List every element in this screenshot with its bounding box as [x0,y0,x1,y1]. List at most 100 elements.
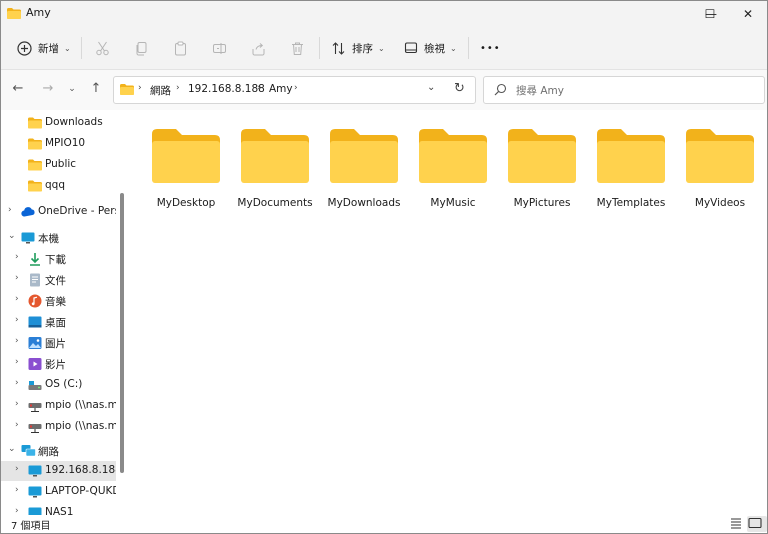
music-icon [28,294,42,308]
nav-label: 影片 [45,359,66,371]
nav-label: qqq [45,179,65,191]
rename-button[interactable] [212,27,227,69]
chevron-right-icon[interactable]: › [8,205,12,215]
scrollbar-thumb[interactable] [120,193,124,473]
folder-item[interactable]: MyDocuments [232,123,318,219]
nav-item-public[interactable]: Public [1,155,116,175]
chevron-right-icon[interactable]: › [15,273,19,283]
nav-item-documents[interactable]: › 文件 [1,270,116,290]
folder-name: MyMusic [430,197,476,209]
plus-circle-icon [17,40,32,56]
navigation-pane: Downloads MPIO10 Public qqq › OneDrive -… [1,111,128,515]
nav-item-qqq[interactable]: qqq [1,176,116,196]
folder-icon [7,8,21,19]
breadcrumb-host[interactable]: 192.168.8.188 [188,83,265,95]
nav-item-music[interactable]: › 音樂 [1,291,116,311]
nav-item-host-selected[interactable]: › 192.168.8.188 [1,461,116,481]
breadcrumb-separator: › [294,83,298,93]
folder-icon [28,137,42,151]
chevron-right-icon[interactable]: › [15,464,19,474]
search-input[interactable]: 搜尋 Amy [516,83,564,98]
nav-item-nas1[interactable]: › NAS1 [1,503,116,515]
item-count: 7 個項目 [11,521,51,532]
cut-button[interactable] [95,27,110,69]
delete-button[interactable] [290,27,305,69]
forward-arrow-icon[interactable]: → [39,80,57,98]
folder-item[interactable]: MyTemplates [588,123,674,219]
breadcrumb-separator: › [176,83,180,93]
trash-icon [290,41,305,56]
sort-button[interactable]: 排序 ⌄ [331,27,385,69]
command-bar: 新增 ⌄ 排序 ⌄ 檢視 ⌄ ••• [1,27,767,70]
up-arrow-icon[interactable]: ↑ [87,80,105,98]
nav-item-laptop[interactable]: › LAPTOP-QUKDI [1,482,116,502]
nav-item-desktop[interactable]: › 桌面 [1,312,116,332]
nav-label: mpio (\\nas.maj [45,420,116,432]
nav-label: 下載 [45,254,66,266]
document-icon [28,273,42,287]
network-drive-icon [28,399,42,413]
folder-item[interactable]: MyMusic [410,123,496,219]
nav-item-network[interactable]: ⌄ 網路 [1,441,116,461]
breadcrumb-separator: › [138,83,142,93]
folder-item[interactable]: MyDownloads [321,123,407,219]
folder-icon [28,116,42,130]
address-bar[interactable]: › 網路 › 192.168.8.188 › Amy › ⌄ ↻ [113,76,476,104]
nav-item-mpio-share-2[interactable]: › mpio (\\nas.maj [1,417,116,437]
nav-scrollbar[interactable] [117,111,128,515]
chevron-right-icon[interactable]: › [15,485,19,495]
view-button[interactable]: 檢視 ⌄ [404,27,457,69]
chevron-right-icon[interactable]: › [15,399,19,409]
folder-icon [330,129,398,183]
chevron-right-icon[interactable]: › [15,420,19,430]
more-options-button[interactable]: ••• [480,27,501,69]
nav-item-mpio10[interactable]: MPIO10 [1,134,116,154]
maximize-button[interactable]: ☐ [687,1,733,27]
search-box[interactable]: 搜尋 Amy [483,76,765,104]
address-history-chevron-icon[interactable]: ⌄ [427,82,435,93]
nav-item-os-drive[interactable]: › OS (C:) [1,375,116,395]
share-button[interactable] [251,27,266,69]
chevron-down-icon[interactable]: ⌄ [8,231,16,241]
nav-item-videos[interactable]: › 影片 [1,354,116,374]
chevron-right-icon[interactable]: › [15,357,19,367]
chevron-right-icon[interactable]: › [15,315,19,325]
breadcrumb-amy[interactable]: Amy [269,83,293,95]
nav-label: OneDrive - Perso [38,205,116,217]
folder-icon [508,129,576,183]
folder-item[interactable]: MyPictures [499,123,585,219]
folder-icon [152,129,220,183]
chevron-right-icon[interactable]: › [15,378,19,388]
chevron-right-icon[interactable]: › [15,294,19,304]
nav-item-downloads-lib[interactable]: › 下載 [1,249,116,269]
address-row: ← → ⌄ ↑ › 網路 › 192.168.8.188 › Amy › ⌄ ↻… [1,70,767,110]
new-button[interactable]: 新增 ⌄ [17,27,71,69]
nav-item-downloads[interactable]: Downloads [1,113,116,133]
breadcrumb-network[interactable]: 網路 [150,83,171,98]
recent-locations-chevron-icon[interactable]: ⌄ [63,80,81,98]
large-icons-view-icon[interactable] [747,516,767,532]
folder-item[interactable]: MyDesktop [143,123,229,219]
download-arrow-icon [28,252,42,266]
copy-button[interactable] [134,27,149,69]
nav-item-this-pc[interactable]: ⌄ 本機 [1,228,116,248]
back-arrow-icon[interactable]: ← [9,80,27,98]
nav-item-pictures[interactable]: › 圖片 [1,333,116,353]
folder-icon [241,129,309,183]
refresh-icon[interactable]: ↻ [454,81,465,96]
nav-item-mpio-share-1[interactable]: › mpio (\\nas.maj [1,396,116,416]
chevron-down-icon[interactable]: ⌄ [8,444,16,454]
folder-name: MyPictures [513,197,571,209]
chevron-right-icon[interactable]: › [15,252,19,262]
chevron-right-icon[interactable]: › [15,336,19,346]
view-label: 檢視 [424,42,445,55]
chevron-down-icon: ⌄ [450,43,457,53]
folder-item[interactable]: MyVideos [677,123,763,219]
nav-item-onedrive[interactable]: › OneDrive - Perso [1,202,116,222]
nav-label: 桌面 [45,317,66,329]
clipboard-icon [173,41,188,56]
close-button[interactable]: ✕ [728,1,767,27]
details-view-icon[interactable] [729,516,749,532]
paste-button[interactable] [173,27,188,69]
chevron-right-icon[interactable]: › [15,506,19,515]
